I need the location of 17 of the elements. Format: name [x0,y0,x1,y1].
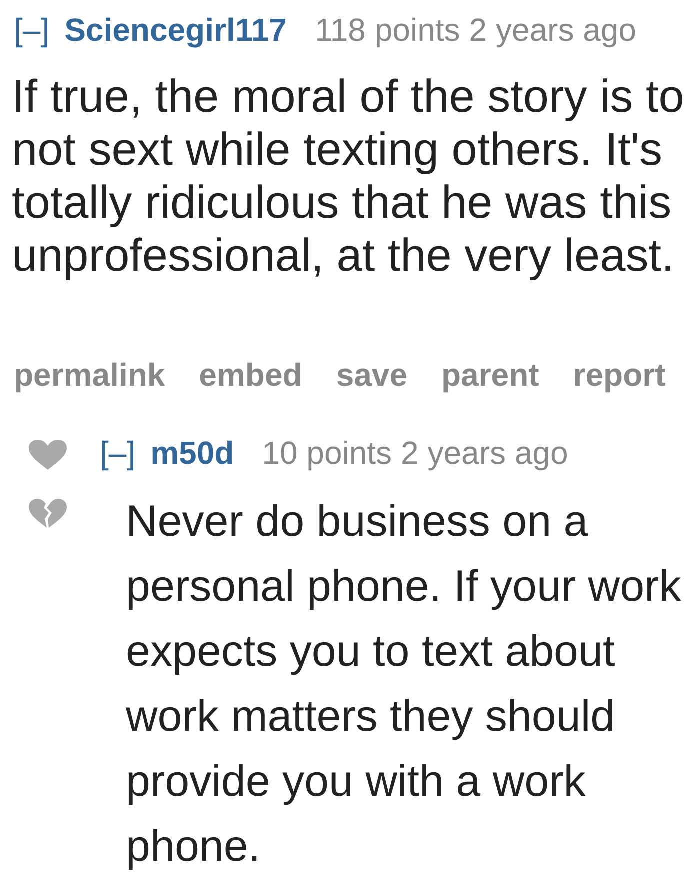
timestamp-text: 2 years ago [469,11,636,50]
action-link[interactable]: permalink [14,355,166,395]
action-link[interactable]: report [573,355,666,395]
comment-text: Never do business on a personal phone. If your work expects you to text about work matters they should provide you with a work phone. [126,496,682,873]
score-text: 10 points [262,434,392,473]
score-text: 118 points [314,11,460,50]
action-link[interactable]: save [336,355,408,395]
broken-heart-icon[interactable] [28,498,68,530]
timestamp-text: 2 years ago [401,434,568,473]
comment-text: If true, the moral of the story is to not sext while texting others. It's totally ridiculous that he was this unprofessional, at the very least. [12,70,686,282]
author-link[interactable]: Sciencegirl117 [64,10,287,50]
action-link[interactable]: embed [199,355,302,395]
author-link[interactable]: m50d [150,433,234,473]
heart-icon[interactable] [28,439,68,471]
collapse-toggle[interactable]: [–] [14,10,50,50]
action-link[interactable]: parent [442,355,540,395]
collapse-toggle[interactable]: [–] [100,433,136,473]
